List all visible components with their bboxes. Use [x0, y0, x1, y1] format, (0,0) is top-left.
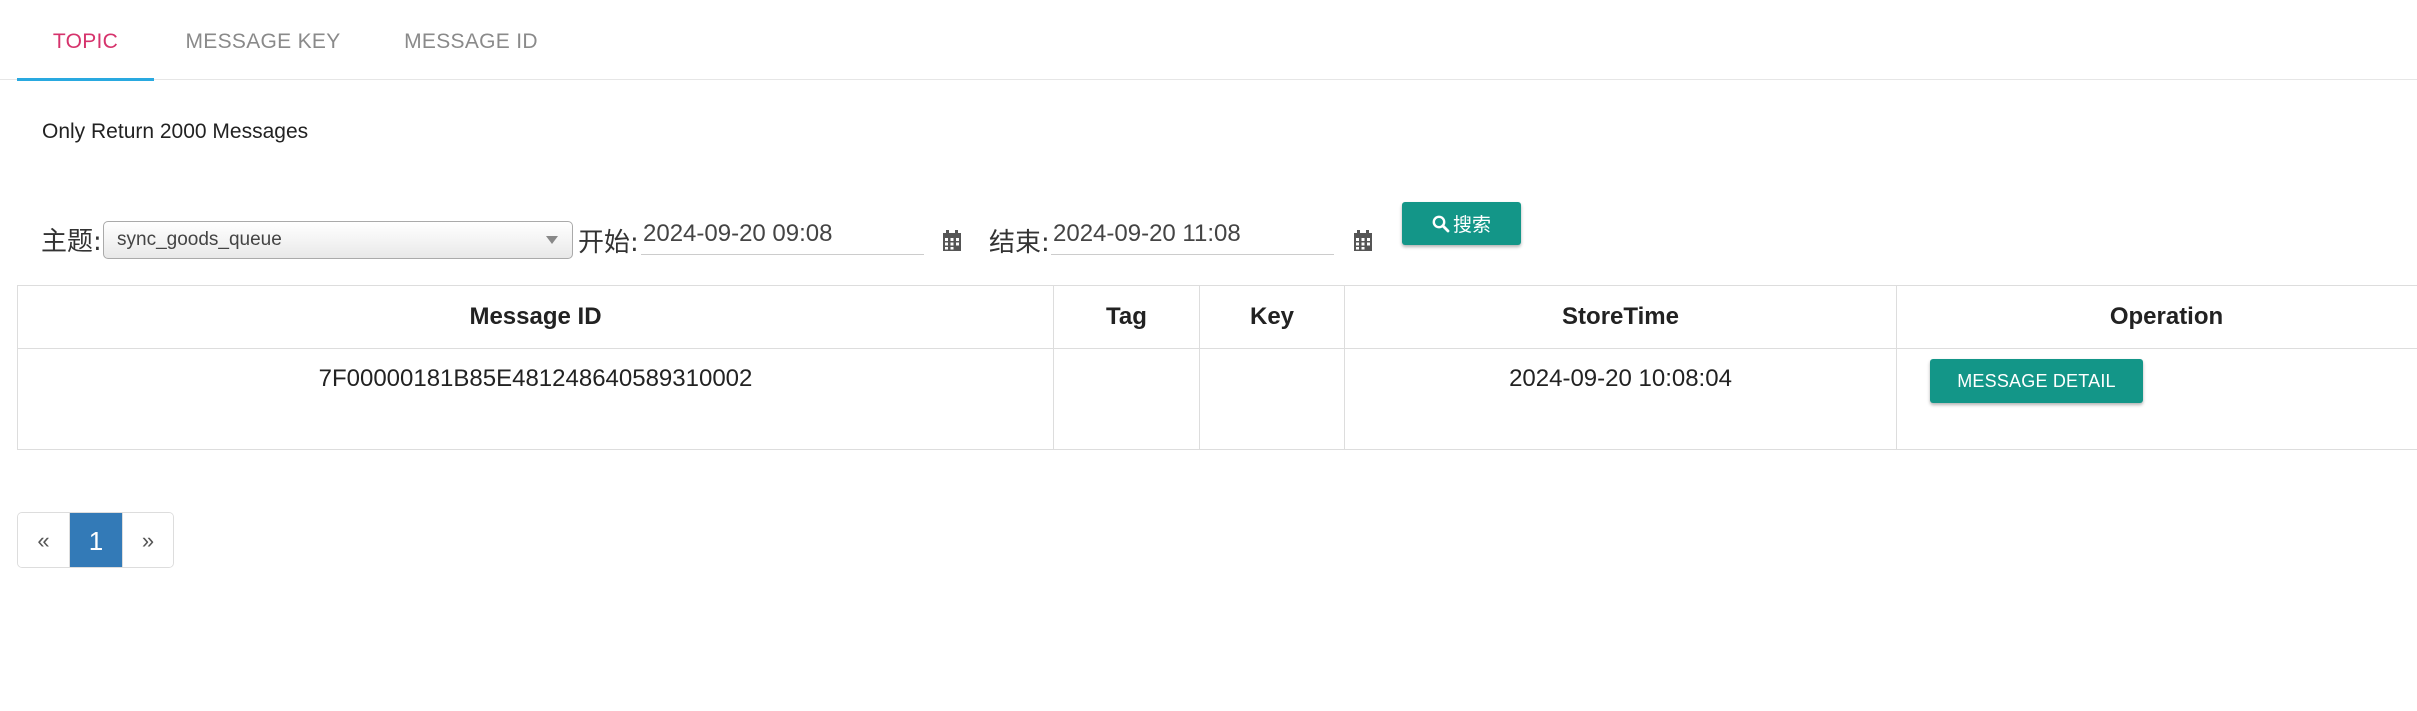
result-limit-notice: Only Return 2000 Messages — [42, 120, 309, 143]
search-button-label: 搜索 — [1452, 214, 1491, 236]
tab-message-key[interactable]: MESSAGE KEY — [170, 0, 356, 80]
topic-label: 主题: — [41, 227, 102, 257]
calendar-icon[interactable] — [942, 230, 962, 252]
results-table: Message ID Tag Key StoreTime Operation 7… — [17, 285, 2417, 450]
cell-tag — [1053, 348, 1200, 450]
chevron-down-icon — [546, 236, 558, 244]
column-header-storetime: StoreTime — [1344, 285, 1897, 349]
column-header-operation: Operation — [1896, 285, 2417, 349]
tab-topic[interactable]: TOPIC — [17, 0, 154, 81]
message-detail-button[interactable]: MESSAGE DETAIL — [1930, 359, 2143, 403]
cell-key — [1199, 348, 1345, 450]
search-button[interactable]: 搜索 — [1402, 202, 1521, 245]
column-header-message-id: Message ID — [17, 285, 1054, 349]
pagination-page-current[interactable]: 1 — [69, 513, 122, 567]
search-icon — [1432, 215, 1450, 232]
end-time-input[interactable] — [1051, 213, 1334, 255]
table-header-row: Message ID Tag Key StoreTime Operation — [17, 285, 2417, 349]
cell-operation: MESSAGE DETAIL — [1896, 348, 2417, 450]
column-header-tag: Tag — [1053, 285, 1200, 349]
start-time-input[interactable] — [641, 213, 924, 255]
calendar-icon[interactable] — [1353, 230, 1373, 252]
end-label: 结束: — [989, 228, 1050, 258]
cell-message-id: 7F00000181B85E481248640589310002 — [17, 348, 1054, 450]
table-row: 7F00000181B85E481248640589310002 2024-09… — [17, 348, 2417, 450]
tab-message-id[interactable]: MESSAGE ID — [386, 0, 556, 80]
topic-select-value: sync_goods_queue — [117, 229, 282, 250]
column-header-key: Key — [1199, 285, 1345, 349]
pagination-next-button[interactable]: » — [122, 513, 173, 567]
pagination: « 1 » — [17, 512, 174, 568]
topic-select[interactable]: sync_goods_queue — [103, 221, 573, 259]
start-label: 开始: — [578, 228, 639, 258]
pagination-prev-button[interactable]: « — [18, 513, 69, 567]
cell-storetime: 2024-09-20 10:08:04 — [1344, 348, 1897, 450]
tab-bar: TOPIC MESSAGE KEY MESSAGE ID — [0, 0, 2417, 81]
